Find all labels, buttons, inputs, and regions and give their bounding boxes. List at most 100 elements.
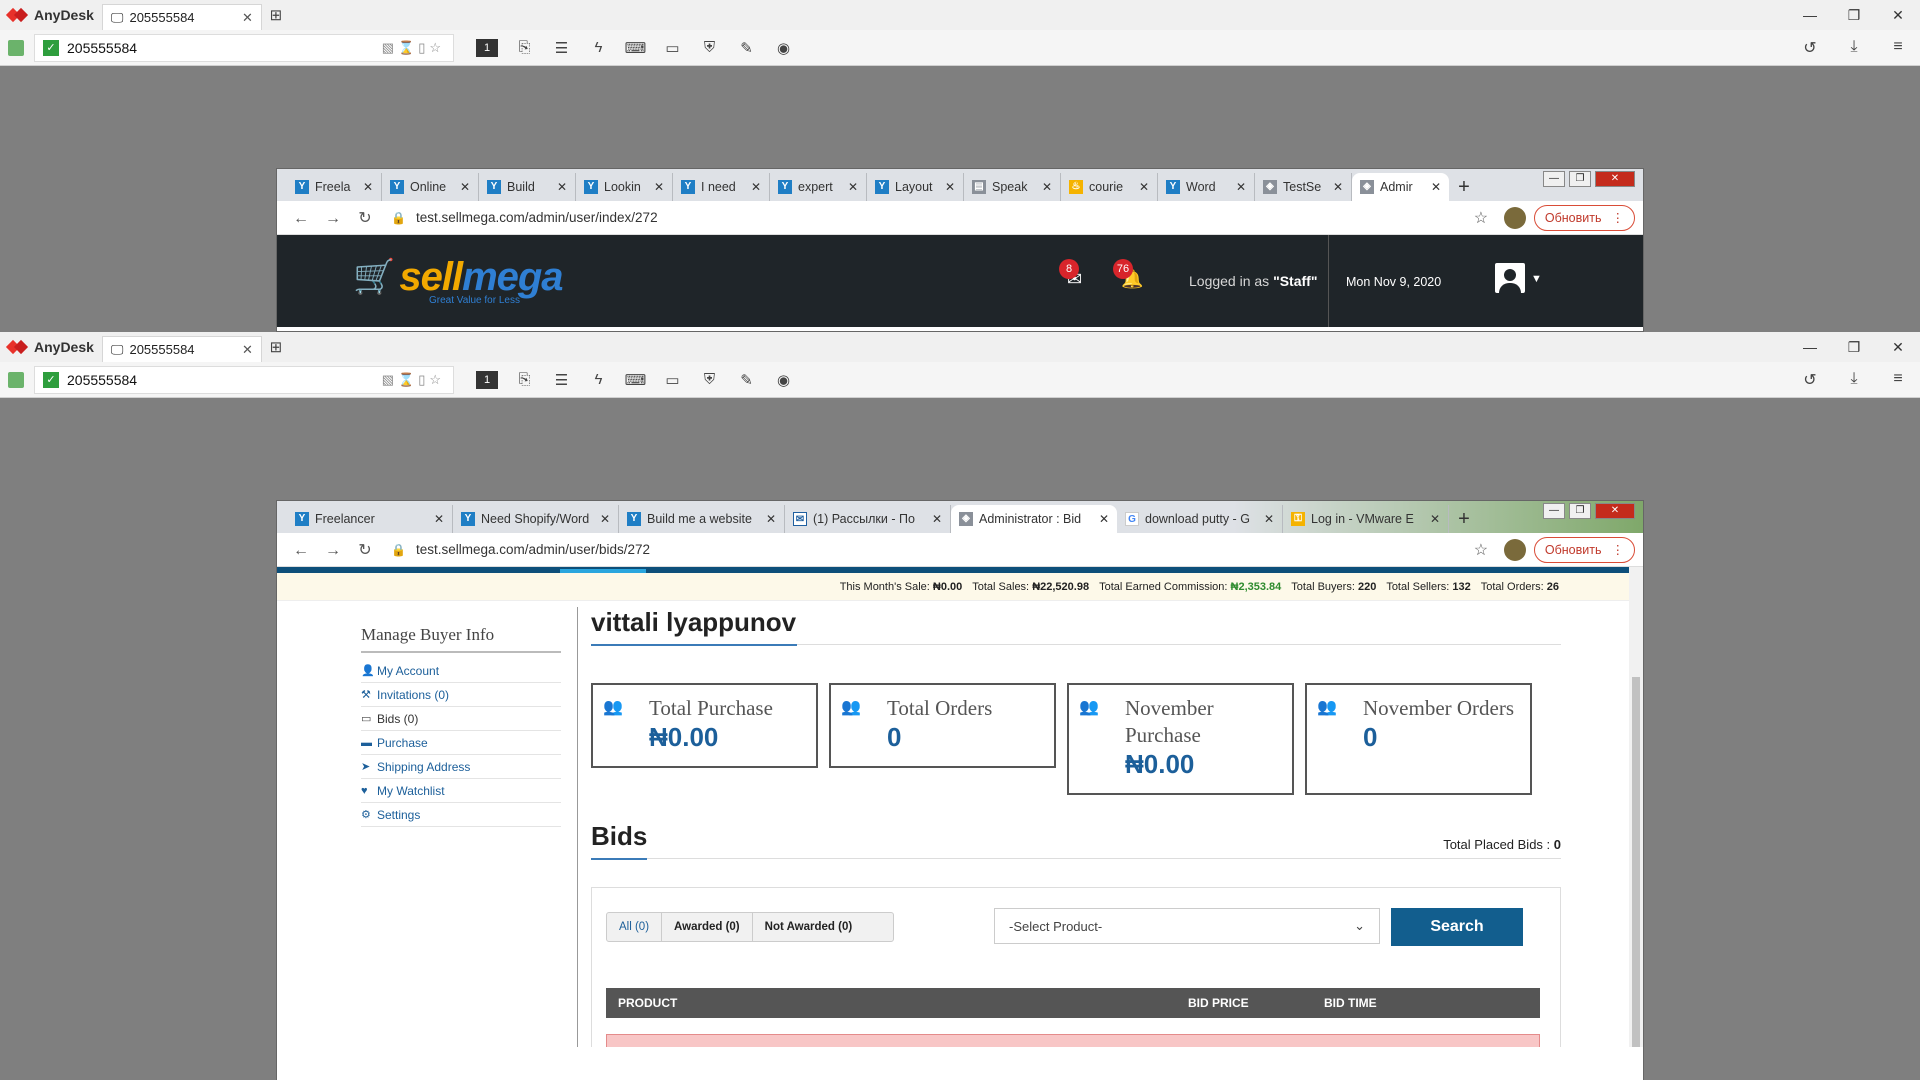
close-window-button[interactable]: ✕ [1876,7,1920,24]
browser-tab[interactable]: ♨ courie ✕ [1061,173,1158,201]
close-icon[interactable]: ✕ [1042,180,1052,194]
close-icon[interactable]: ✕ [945,180,955,194]
browser-tab[interactable]: ✉ (1) Рассылки - По ✕ [785,505,951,533]
whiteboard-icon[interactable]: ✎ [728,371,765,389]
file-transfer-icon[interactable]: ⎘ [506,371,543,389]
restore-button[interactable]: ❐ [1832,7,1876,24]
browser-tab[interactable]: Y Build ✕ [479,173,576,201]
menu-icon[interactable]: ≡ [1876,38,1920,58]
messages-button[interactable]: 8 ✉ [1059,259,1082,290]
browser-tab[interactable]: ▤ Speak ✕ [964,173,1061,201]
keyboard-icon[interactable]: ⌨ [617,39,654,57]
record-icon[interactable]: ◉ [765,39,802,57]
browser-tab[interactable]: Y Freela ✕ [287,173,382,201]
browser-tab-active[interactable]: ◈ Administrator : Bid ✕ [951,505,1117,533]
anydesk-session-tab[interactable]: 🖵 205555584 ✕ [101,336,262,362]
minimize-button[interactable]: — [1788,339,1832,356]
browser-tab[interactable]: Gdownload putty - G ✕ [1117,505,1283,533]
anydesk-address-field[interactable]: ✓ 205555584 ▧⌛▯☆ [34,33,454,62]
restore-button[interactable]: ❐ [1832,339,1876,356]
close-icon[interactable]: ✕ [1099,512,1109,526]
history-icon[interactable]: ↺ [1788,370,1832,390]
profile-avatar[interactable] [1503,206,1526,229]
close-icon[interactable]: ✕ [434,512,444,526]
close-icon[interactable]: ✕ [932,512,942,526]
close-icon[interactable]: ✕ [848,180,858,194]
display-1-icon[interactable]: 1 [476,370,498,389]
sidebar-item-settings[interactable]: ⚙ Settings [361,803,561,827]
sidebar-item-watchlist[interactable]: ♥ My Watchlist [361,779,561,803]
close-icon[interactable]: ✕ [751,180,761,194]
sidebar-item-shipping-address[interactable]: ➤ Shipping Address [361,755,561,779]
browser-tab[interactable]: Y Build me a website ✕ [619,505,785,533]
back-icon[interactable]: ← [285,210,317,228]
close-icon[interactable]: ✕ [654,180,664,194]
close-icon[interactable]: ✕ [766,512,776,526]
sidebar-item-invitations[interactable]: ⚒ Invitations (0) [361,683,561,707]
close-icon[interactable]: ✕ [242,342,253,358]
browser-tab[interactable]: Y Word ✕ [1158,173,1255,201]
page-scrollbar[interactable] [1629,567,1643,1047]
history-icon[interactable]: ↺ [1788,38,1832,58]
permissions-icon[interactable]: ⛨ [691,39,728,57]
browser-tab[interactable]: ◈ TestSe ✕ [1255,173,1352,201]
new-tab-button[interactable]: + [1449,173,1479,201]
anydesk-session-tab[interactable]: 🖵 205555584 ✕ [101,4,262,30]
bookmark-star-icon[interactable]: ☆ [1466,540,1496,560]
reload-icon[interactable]: ↻ [349,208,381,228]
browser-tab[interactable]: Y Online ✕ [382,173,479,201]
search-button[interactable]: Search [1391,908,1523,946]
download-icon[interactable]: ⤓ [1832,38,1876,58]
chat-icon[interactable]: ☰ [543,371,580,389]
sellmega-logo[interactable]: 🛒 sellmega Great Value for Less [353,257,564,306]
update-button[interactable]: Обновить ⋮ [1533,204,1635,231]
record-icon[interactable]: ◉ [765,371,802,389]
minimize-button[interactable]: — [1543,503,1565,519]
keyboard-icon[interactable]: ⌨ [617,371,654,389]
close-window-button[interactable]: ✕ [1595,503,1635,519]
sidebar-item-bids[interactable]: ▭ Bids (0) [361,707,561,731]
download-icon[interactable]: ⤓ [1832,370,1876,390]
minimize-button[interactable]: — [1543,171,1565,187]
close-icon[interactable]: ✕ [1139,180,1149,194]
product-select[interactable]: -Select Product- ⌄ [994,908,1380,944]
display-icon[interactable]: ▭ [654,371,691,389]
permissions-icon[interactable]: ⛨ [691,371,728,389]
update-button[interactable]: Обновить ⋮ [1533,536,1635,563]
close-icon[interactable]: ✕ [1264,512,1274,526]
bookmark-star-icon[interactable]: ☆ [1466,208,1496,228]
caret-down-icon[interactable]: ▼ [1531,273,1542,285]
user-avatar-icon[interactable] [1495,263,1525,293]
new-tab-icon[interactable]: ⊞ [262,338,290,356]
browser-tab[interactable]: ⚿ Log in - VMware E ✕ [1283,505,1449,533]
filter-awarded-button[interactable]: Awarded (0) [662,913,753,941]
back-icon[interactable]: ← [285,542,317,560]
restore-button[interactable]: ❐ [1569,503,1591,519]
menu-icon[interactable]: ≡ [1876,370,1920,390]
filter-not-awarded-button[interactable]: Not Awarded (0) [753,913,865,941]
scrollbar-thumb[interactable] [1632,677,1640,1047]
close-icon[interactable]: ✕ [460,180,470,194]
url-bar[interactable]: 🔒 test.sellmega.com/admin/user/index/272 [381,210,1466,225]
browser-tab-active[interactable]: ◈ Admir ✕ [1352,173,1449,201]
close-icon[interactable]: ✕ [1333,180,1343,194]
profile-avatar[interactable] [1503,538,1526,561]
forward-icon[interactable]: → [317,542,349,560]
browser-tab[interactable]: Y Lookin ✕ [576,173,673,201]
browser-tab[interactable]: Yexpert ✕ [770,173,867,201]
browser-tab[interactable]: Y I need ✕ [673,173,770,201]
display-1-icon[interactable]: 1 [476,38,498,57]
close-icon[interactable]: ✕ [363,180,373,194]
new-tab-button[interactable]: + [1449,505,1479,533]
reload-icon[interactable]: ↻ [349,540,381,560]
close-window-button[interactable]: ✕ [1876,339,1920,356]
close-icon[interactable]: ✕ [557,180,567,194]
close-icon[interactable]: ✕ [600,512,610,526]
close-icon[interactable]: ✕ [1236,180,1246,194]
minimize-button[interactable]: — [1788,7,1832,24]
display-icon[interactable]: ▭ [654,39,691,57]
close-window-button[interactable]: ✕ [1595,171,1635,187]
actions-icon[interactable]: ϟ [580,371,617,389]
close-icon[interactable]: ✕ [1430,512,1440,526]
new-tab-icon[interactable]: ⊞ [262,6,290,24]
